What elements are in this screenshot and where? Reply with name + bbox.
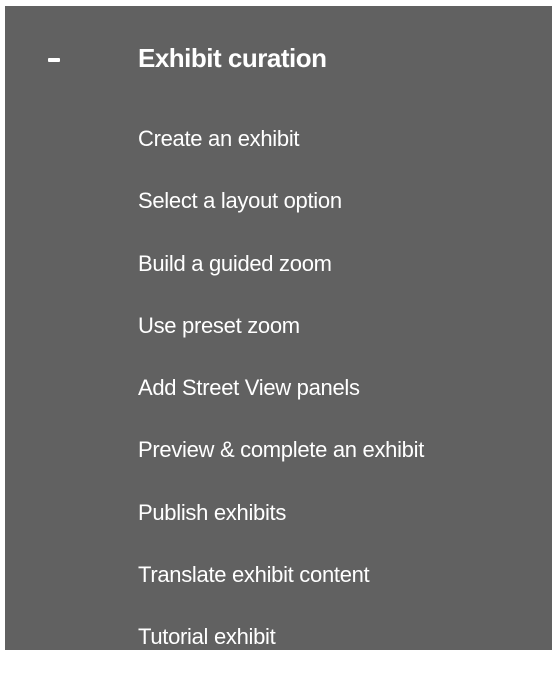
- exhibit-curation-menu-panel: Exhibit curation Create an exhibit Selec…: [5, 6, 552, 650]
- menu-item-use-preset-zoom[interactable]: Use preset zoom: [138, 306, 424, 368]
- collapse-toggle-button[interactable]: [35, 39, 75, 79]
- menu-item-publish-exhibits[interactable]: Publish exhibits: [138, 493, 424, 555]
- menu-item-select-a-layout-option[interactable]: Select a layout option: [138, 181, 424, 243]
- menu-list: Create an exhibit Select a layout option…: [138, 119, 424, 680]
- menu-item-tutorial-exhibit[interactable]: Tutorial exhibit: [138, 617, 424, 679]
- minus-icon: [48, 58, 60, 62]
- menu-item-preview-complete-an-exhibit[interactable]: Preview & complete an exhibit: [138, 430, 424, 492]
- menu-item-build-a-guided-zoom[interactable]: Build a guided zoom: [138, 244, 424, 306]
- menu-item-add-street-view-panels[interactable]: Add Street View panels: [138, 368, 424, 430]
- menu-item-create-an-exhibit[interactable]: Create an exhibit: [138, 119, 424, 181]
- menu-item-translate-exhibit-content[interactable]: Translate exhibit content: [138, 555, 424, 617]
- section-title[interactable]: Exhibit curation: [138, 38, 327, 78]
